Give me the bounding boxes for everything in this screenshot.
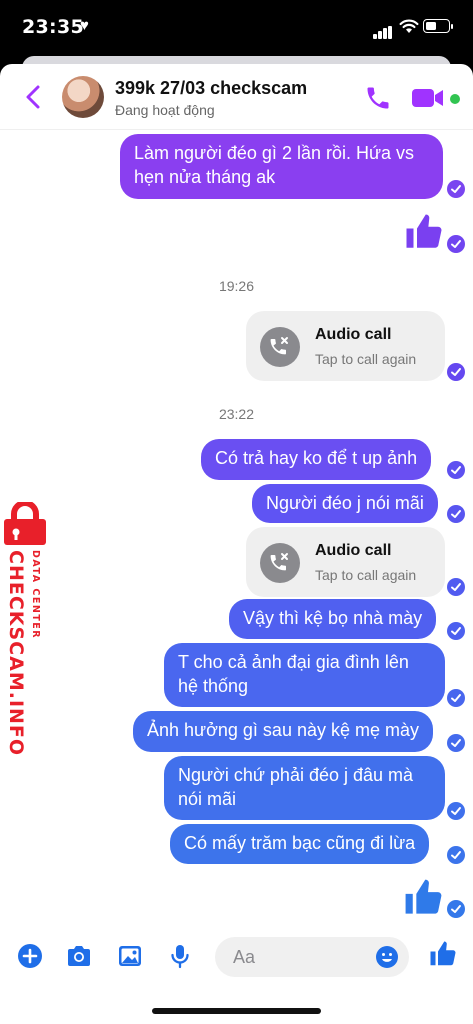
gallery-icon[interactable]: [116, 942, 144, 970]
contact-name[interactable]: 399k 27/03 checkscam: [115, 78, 307, 99]
camera-icon[interactable]: [65, 942, 93, 970]
home-indicator[interactable]: [152, 1008, 321, 1014]
seen-indicator: [447, 578, 465, 596]
seen-indicator: [447, 900, 465, 918]
wifi-icon: [399, 19, 419, 33]
heart-icon: ♥: [80, 17, 89, 34]
message-bubble[interactable]: Người đéo j nói mãi: [252, 484, 438, 523]
message-bubble[interactable]: T cho cả ảnh đại gia đình lên hệ thống: [164, 643, 445, 707]
call-subtitle: Tap to call again: [315, 567, 417, 583]
message-text: Vậy thì kệ bọ nhà mày: [243, 608, 423, 628]
message-text: Có mấy trăm bạc cũng đi lừa: [184, 833, 416, 853]
message-bubble[interactable]: Người chứ phải đéo j đâu mà nói mãi: [164, 756, 445, 820]
battery-icon: [423, 19, 453, 33]
message-text: hẹn nửa tháng ak: [134, 167, 276, 187]
seen-indicator: [447, 802, 465, 820]
emoji-icon[interactable]: [375, 945, 399, 969]
call-title: Audio call: [315, 326, 392, 343]
seen-indicator: [447, 734, 465, 752]
like-thumbs-up-icon[interactable]: [403, 211, 445, 253]
seen-indicator: [447, 461, 465, 479]
message-text: hệ thống: [178, 676, 249, 696]
message-text: Ảnh hưởng gì sau này kệ mẹ mày: [147, 720, 419, 740]
like-thumbs-up-icon[interactable]: [402, 876, 445, 919]
phone-icon[interactable]: [364, 84, 392, 112]
seen-indicator: [447, 505, 465, 523]
contact-status: Đang hoạt động: [115, 102, 215, 118]
chat-header: 399k 27/03 checkscam Đang hoạt động: [0, 64, 473, 130]
like-button-icon[interactable]: [428, 939, 458, 969]
watermark: CHECKSCAM.INFO DATA CENTER: [0, 502, 52, 756]
message-text: Có trả hay ko để t up ảnh: [215, 448, 418, 468]
status-bar: 23:35 ♥: [0, 0, 473, 56]
seen-indicator: [447, 363, 465, 381]
video-call-icon[interactable]: [411, 87, 445, 109]
message-bubble[interactable]: Ảnh hưởng gì sau này kệ mẹ mày: [133, 711, 433, 752]
audio-call-card[interactable]: Audio call Tap to call again: [246, 527, 445, 597]
missed-call-icon: [260, 327, 300, 367]
watermark-subtext: DATA CENTER: [30, 550, 41, 640]
signal-icon: [373, 21, 393, 39]
message-text: nói mãi: [178, 789, 237, 809]
call-subtitle: Tap to call again: [315, 351, 417, 367]
message-text: Người chứ phải đéo j đâu mà: [178, 765, 414, 785]
message-text: Người đéo j nói mãi: [266, 493, 424, 513]
message-bubble[interactable]: Vậy thì kệ bọ nhà mày: [229, 599, 437, 639]
seen-indicator: [447, 180, 465, 198]
avatar[interactable]: [62, 76, 104, 118]
microphone-icon[interactable]: [166, 942, 194, 970]
online-indicator: [450, 94, 460, 104]
plus-icon[interactable]: [16, 942, 44, 970]
message-bubble[interactable]: Có trả hay ko để t up ảnh: [201, 439, 432, 480]
padlock-logo-icon: [4, 502, 46, 545]
message-input-box[interactable]: [215, 937, 409, 977]
seen-indicator: [447, 622, 465, 640]
message-text: Làm người đéo gì 2 lần rồi. Hứa vs: [134, 143, 415, 163]
messenger-sheet: 399k 27/03 checkscam Đang hoạt động Làm …: [0, 64, 473, 1024]
back-arrow-icon[interactable]: [24, 84, 42, 110]
seen-indicator: [447, 689, 465, 707]
call-title: Audio call: [315, 542, 392, 559]
status-time: 23:35: [22, 16, 84, 38]
audio-call-card[interactable]: Audio call Tap to call again: [246, 311, 445, 381]
missed-call-icon: [260, 543, 300, 583]
watermark-text: CHECKSCAM.INFO: [5, 550, 27, 757]
timestamp: 19:26: [218, 278, 255, 294]
message-bubble[interactable]: Làm người đéo gì 2 lần rồi. Hứa vs hẹn n…: [120, 134, 443, 199]
message-input[interactable]: [233, 946, 363, 968]
timestamp: 23:22: [218, 406, 255, 422]
message-text: T cho cả ảnh đại gia đình lên: [178, 652, 409, 672]
seen-indicator: [447, 235, 465, 253]
message-bubble[interactable]: Có mấy trăm bạc cũng đi lừa: [170, 824, 430, 864]
message-composer: [0, 930, 473, 990]
seen-indicator: [447, 846, 465, 864]
